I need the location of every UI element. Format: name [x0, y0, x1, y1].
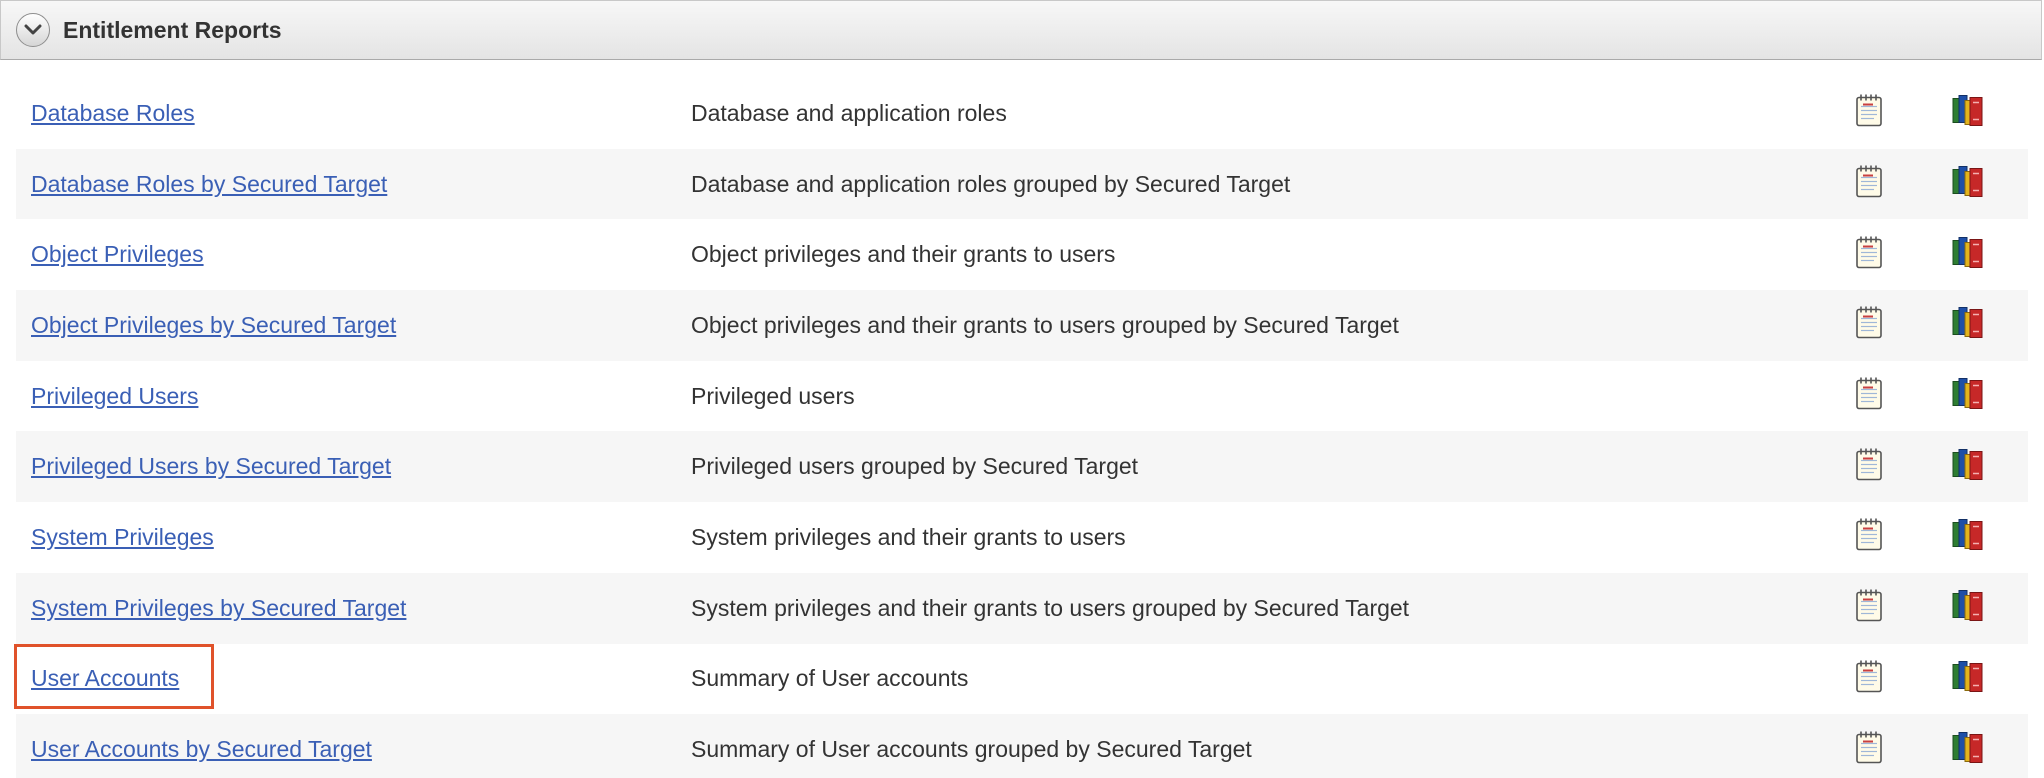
books-icon[interactable] — [1950, 305, 1986, 346]
notepad-icon[interactable] — [1854, 305, 1886, 346]
report-link[interactable]: Database Roles by Secured Target — [31, 171, 387, 198]
report-link[interactable]: Object Privileges — [31, 241, 204, 268]
report-row: Object Privileges Object privileges and … — [16, 219, 2028, 290]
report-row: Privileged Users by Secured Target Privi… — [16, 431, 2028, 503]
report-description: Database and application roles — [691, 99, 1007, 126]
report-row: Database Roles by Secured Target Databas… — [16, 148, 2028, 220]
report-link[interactable]: Object Privileges by Secured Target — [31, 312, 396, 339]
books-icon[interactable] — [1950, 588, 1986, 629]
report-description: Object privileges and their grants to us… — [691, 241, 1116, 268]
entitlement-reports-panel: Entitlement Reports Database Roles Datab… — [0, 0, 2044, 778]
report-row: Database Roles Database and application … — [16, 78, 2028, 149]
books-icon[interactable] — [1950, 164, 1986, 205]
report-description: Database and application roles grouped b… — [691, 170, 1291, 197]
books-icon[interactable] — [1950, 517, 1986, 558]
notepad-icon[interactable] — [1854, 234, 1886, 275]
report-link[interactable]: Privileged Users — [31, 383, 198, 410]
report-description: System privileges and their grants to us… — [691, 594, 1410, 621]
report-row: System Privileges System privileges and … — [16, 502, 2028, 573]
notepad-icon[interactable] — [1854, 93, 1886, 134]
report-description: Summary of User accounts grouped by Secu… — [691, 736, 1252, 763]
notepad-icon[interactable] — [1854, 446, 1886, 487]
chevron-down-icon[interactable] — [16, 13, 50, 47]
report-link[interactable]: User Accounts by Secured Target — [31, 736, 372, 763]
books-icon[interactable] — [1950, 658, 1986, 699]
report-link[interactable]: System Privileges — [31, 524, 214, 551]
report-row: User Accounts Summary of User accounts — [16, 644, 2028, 715]
report-description: Object privileges and their grants to us… — [691, 311, 1399, 338]
notepad-icon[interactable] — [1854, 588, 1886, 629]
report-row: Privileged Users Privileged users — [16, 361, 2028, 432]
report-description: System privileges and their grants to us… — [691, 523, 1126, 550]
notepad-icon[interactable] — [1854, 729, 1886, 770]
books-icon[interactable] — [1950, 376, 1986, 417]
report-row: System Privileges by Secured Target Syst… — [16, 572, 2028, 644]
panel-title: Entitlement Reports — [63, 16, 282, 43]
notepad-icon[interactable] — [1854, 517, 1886, 558]
notepad-icon[interactable] — [1854, 164, 1886, 205]
notepad-icon[interactable] — [1854, 658, 1886, 699]
report-description: Privileged users — [691, 382, 855, 409]
books-icon[interactable] — [1950, 446, 1986, 487]
report-description: Privileged users grouped by Secured Targ… — [691, 453, 1139, 480]
books-icon[interactable] — [1950, 93, 1986, 134]
report-description: Summary of User accounts — [691, 665, 969, 692]
report-row: Object Privileges by Secured Target Obje… — [16, 290, 2028, 361]
report-list: Database Roles Database and application … — [16, 78, 2028, 778]
report-link[interactable]: User Accounts — [31, 665, 179, 692]
report-row: User Accounts by Secured Target Summary … — [16, 714, 2028, 778]
books-icon[interactable] — [1950, 234, 1986, 275]
report-link[interactable]: Database Roles — [31, 100, 195, 127]
report-link[interactable]: System Privileges by Secured Target — [31, 595, 406, 622]
notepad-icon[interactable] — [1854, 376, 1886, 417]
report-link[interactable]: Privileged Users by Secured Target — [31, 453, 391, 480]
panel-header: Entitlement Reports — [0, 0, 2042, 60]
books-icon[interactable] — [1950, 729, 1986, 770]
